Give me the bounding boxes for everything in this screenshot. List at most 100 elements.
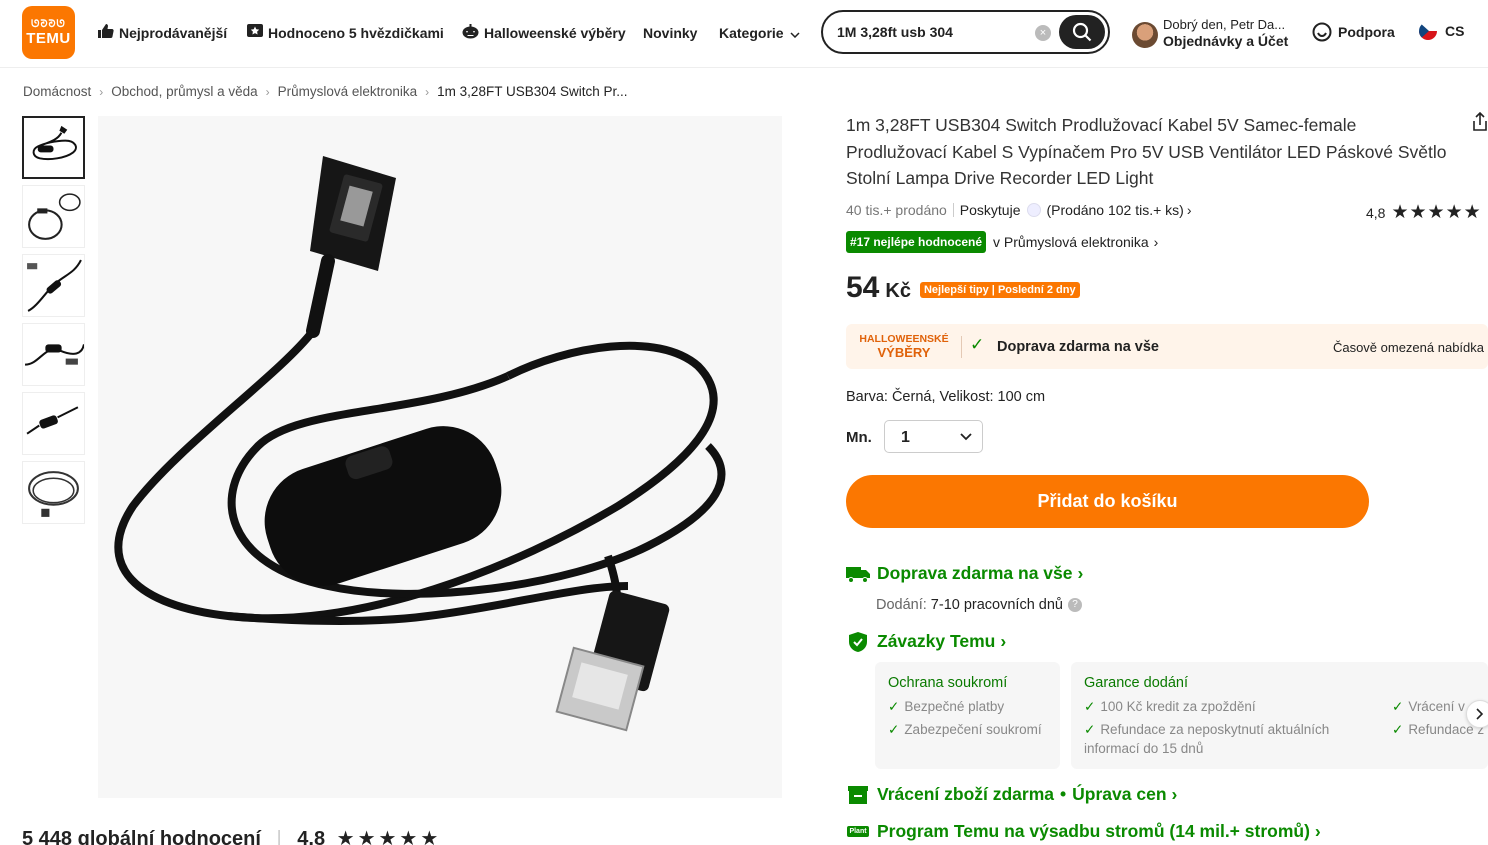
nav-bestsellers[interactable]: Nejprodávanější: [97, 22, 227, 44]
delivery-guarantee-title: Garance dodání: [1084, 675, 1188, 691]
price-tag: Nejlepší tipy | Poslední 2 dny: [919, 282, 1080, 298]
product-main-image[interactable]: [98, 116, 782, 798]
check-icon: ✓: [970, 335, 985, 354]
nav-halloween[interactable]: Halloweenské výběry: [462, 22, 626, 44]
returns-row[interactable]: Vrácení zboží zdarma • Úprava cen ›: [846, 784, 1177, 805]
search-input[interactable]: 1M 3,28ft usb 304: [837, 24, 953, 40]
search-button[interactable]: [1059, 15, 1105, 49]
chevron-right-icon: ›: [425, 84, 430, 99]
free-shipping-label: Doprava zdarma na vše: [877, 563, 1073, 583]
product-rating[interactable]: 4,8 ★★★★★: [1366, 201, 1482, 224]
nav-label: Halloweenské výběry: [484, 25, 626, 41]
breadcrumb: Domácnost › Obchod, průmysl a věda › Prů…: [23, 84, 628, 99]
divider: |: [276, 828, 282, 845]
nav-label: Hodnoceno 5 hvězdičkami: [268, 25, 444, 41]
chevron-right-icon: ›: [1153, 234, 1159, 250]
free-returns-label: Vrácení zboží zdarma: [877, 784, 1055, 804]
temu-logo[interactable]: ᘎᘑᘑᘎ TEMU: [22, 6, 75, 59]
nav-label: Nejprodávanější: [119, 25, 228, 41]
nav-label: Kategorie: [719, 25, 784, 41]
product-title: 1m 3,28FT USB304 Switch Prodlužovací Kab…: [846, 115, 1447, 188]
carousel-next-button[interactable]: [1466, 700, 1488, 728]
list-item: ✓ Zabezpečení soukromí: [888, 722, 1042, 737]
nav-label: Novinky: [643, 25, 698, 41]
chevron-right-icon: ›: [1186, 202, 1192, 218]
promo-shipping: Doprava zdarma na vše: [997, 339, 1159, 355]
breadcrumb-item[interactable]: Domácnost: [23, 84, 91, 99]
language-selector[interactable]: CS: [1419, 22, 1464, 40]
search-icon: [1072, 22, 1092, 42]
chevron-right-icon: ›: [99, 84, 104, 99]
delivery-value: 7-10 pracovních dnů: [930, 597, 1063, 613]
star-badge-icon: [247, 23, 263, 43]
help-icon[interactable]: ?: [1068, 598, 1082, 612]
nav-new[interactable]: Novinky: [643, 22, 697, 44]
support-link[interactable]: Podpora: [1312, 22, 1395, 42]
commitments-title: Závazky Temu: [877, 631, 996, 651]
search-bar[interactable]: 1M 3,28ft usb 304 ×: [821, 10, 1110, 54]
thumbnail-6[interactable]: [22, 461, 85, 524]
product-meta: 40 tis.+ prodáno Poskytuje (Prodáno 102 …: [846, 202, 1192, 218]
rank-badge: #17 nejlépe hodnocené: [846, 231, 987, 253]
delivery-guarantee-card: Garance dodání ✓ 100 Kč kredit za zpožděn…: [1071, 662, 1488, 769]
avatar: [1132, 22, 1158, 48]
breadcrumb-item[interactable]: Obchod, průmysl a věda: [111, 84, 257, 99]
variant-label: Barva:: [846, 389, 888, 405]
halloween-picks-logo: HALLOWEENSKÉ VÝBĚRY: [859, 333, 949, 360]
plant-badge-icon: Plant: [847, 826, 869, 837]
sold-count: 40 tis.+ prodáno: [846, 202, 947, 218]
thumbnail-1[interactable]: [22, 116, 85, 179]
thumbnail-3[interactable]: [22, 254, 85, 317]
provider-logo-icon: [1026, 203, 1041, 217]
privacy-title: Ochrana soukromí: [888, 675, 1008, 691]
add-to-cart-button[interactable]: Přidat do košíku: [846, 475, 1369, 528]
quantity-select[interactable]: 1: [884, 420, 983, 453]
thumbnail-5[interactable]: [22, 392, 85, 455]
variant-value: Černá, Velikost: 100 cm: [891, 389, 1046, 405]
chevron-right-icon: ›: [1000, 631, 1007, 651]
czech-flag-icon: [1419, 22, 1437, 40]
logo-glyphs: ᘎᘑᘑᘎ: [31, 18, 66, 30]
promo-limited: Časově omezená nabídka: [1332, 340, 1484, 355]
chevron-right-icon: ›: [1171, 784, 1178, 804]
account-menu[interactable]: Dobrý den, Petr Da... Objednávky a Účet: [1132, 15, 1292, 55]
list-item: ✓ Bezpečné platby: [888, 699, 1005, 714]
separator-dot: •: [1060, 784, 1067, 804]
language-label: CS: [1445, 23, 1465, 39]
reviews-total: 5 448 globální hodnocení: [22, 828, 261, 845]
ranking[interactable]: #17 nejlépe hodnocené v Průmyslová elekt…: [846, 231, 1158, 253]
shield-check-icon: [846, 631, 870, 652]
star-icons: ★★★★★: [1391, 202, 1482, 223]
return-box-icon: [846, 785, 870, 804]
support-label: Podpora: [1338, 24, 1395, 40]
promo-banner: HALLOWEENSKÉ VÝBĚRY ✓ Doprava zdarma na …: [846, 324, 1488, 369]
greeting: Dobrý den, Petr Da...: [1163, 17, 1286, 32]
quantity-label: Mn.: [846, 429, 872, 446]
breadcrumb-item[interactable]: Průmyslová elektronika: [278, 84, 418, 99]
variant-info: Barva: Černá, Velikost: 100 cm: [846, 389, 1045, 405]
star-icons: ★★★★★: [336, 828, 442, 845]
provider-label: Poskytuje: [959, 202, 1021, 218]
tree-program-row[interactable]: Plant Program Temu na výsadbu stromů (14…: [846, 821, 1321, 842]
nav-categories[interactable]: Kategorie: [719, 22, 800, 44]
divider: [952, 203, 954, 217]
clear-icon[interactable]: ×: [1035, 25, 1051, 41]
thumbnail-4[interactable]: [22, 323, 85, 386]
share-icon[interactable]: [1472, 111, 1488, 137]
commitments-row[interactable]: Závazky Temu ›: [846, 631, 1006, 652]
provider-sold[interactable]: (Prodáno 102 tis.+ ks): [1047, 202, 1184, 218]
pumpkin-icon: [462, 23, 479, 43]
quantity-value: 1: [901, 429, 910, 446]
chevron-down-icon: [960, 428, 972, 446]
header: ᘎᘑᘑᘎ TEMU Nejprodávanější Hodnoceno 5 hv…: [0, 0, 1488, 68]
price-value: 54: [846, 271, 880, 304]
list-item: ✓ Refundace za neposkytnutí aktuálních in…: [1084, 722, 1330, 756]
chevron-right-icon: ›: [1077, 563, 1084, 583]
thumbnail-2[interactable]: [22, 185, 85, 248]
chevron-right-icon: [1476, 708, 1484, 720]
orders-account-link: Objednávky a Účet: [1163, 33, 1289, 49]
free-shipping-row[interactable]: Doprava zdarma na vše ›: [846, 563, 1083, 584]
nav-five-star[interactable]: Hodnoceno 5 hvězdičkami: [247, 22, 444, 44]
reviews-rating: 4,8: [297, 828, 326, 845]
chevron-right-icon: ›: [265, 84, 270, 99]
